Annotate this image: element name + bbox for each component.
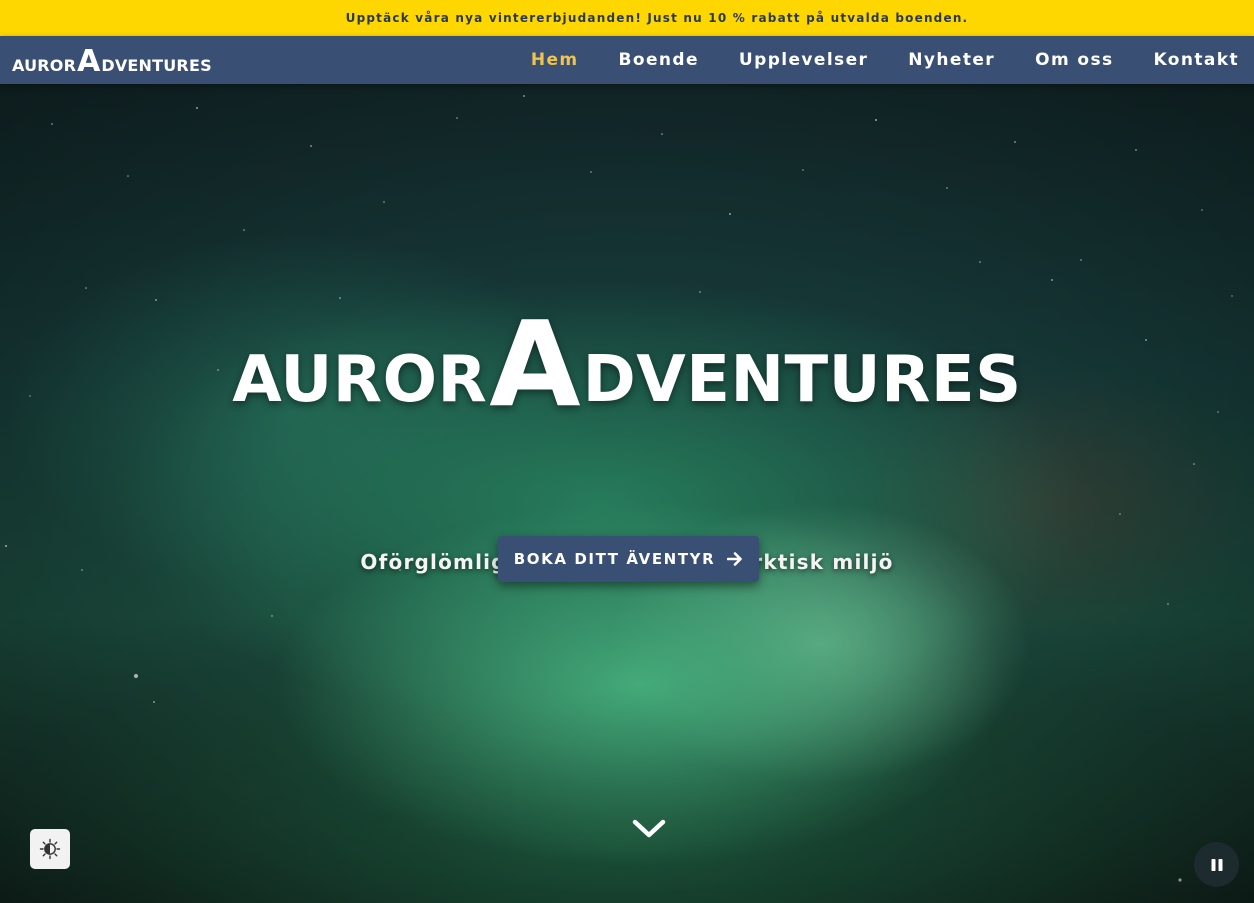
nav-link-boende[interactable]: Boende (619, 50, 699, 70)
pause-icon (1211, 858, 1222, 871)
hero-section: AUROR A DVENTURES Oförglömliga upplevels… (0, 84, 1254, 903)
nav-link-kontakt[interactable]: Kontakt (1154, 50, 1240, 70)
logo-suffix: DVENTURES (101, 56, 212, 75)
promo-text: Upptäck våra nya vintererbjudanden! Just… (345, 11, 969, 25)
nav-link-om-oss[interactable]: Om oss (1035, 50, 1113, 70)
nav-link-hem[interactable]: Hem (531, 50, 579, 70)
brand-logo[interactable]: AUROR A DVENTURES (12, 44, 212, 79)
logo-big-letter: A (77, 44, 101, 79)
book-adventure-label: BOKA DITT ÄVENTYR (513, 550, 716, 568)
pause-animation-button[interactable] (1194, 842, 1239, 887)
hero-logo-suffix: DVENTURES (582, 343, 1022, 417)
hero-brand-logo: AUROR A DVENTURES (0, 295, 1254, 433)
starfield-background (5, 95, 1233, 882)
nav-link-nyheter[interactable]: Nyheter (908, 50, 995, 70)
nav-link-upplevelser[interactable]: Upplevelser (739, 50, 868, 70)
contrast-icon (39, 838, 61, 860)
logo-prefix: AUROR (12, 56, 77, 75)
arrow-right-icon (727, 552, 743, 566)
nav-links: Hem Boende Upplevelser Nyheter Om oss Ko… (531, 50, 1239, 70)
book-adventure-button[interactable]: BOKA DITT ÄVENTYR (498, 536, 759, 582)
hero-logo-big-letter: A (489, 295, 581, 433)
hero-logo-prefix: AUROR (232, 343, 488, 417)
promo-banner: Upptäck våra nya vintererbjudanden! Just… (0, 0, 1254, 36)
hero-vignette (0, 84, 1254, 903)
contrast-toggle-button[interactable] (30, 829, 70, 869)
main-navbar: AUROR A DVENTURES Hem Boende Upplevelser… (0, 36, 1254, 84)
chevron-down-icon[interactable] (632, 818, 666, 840)
